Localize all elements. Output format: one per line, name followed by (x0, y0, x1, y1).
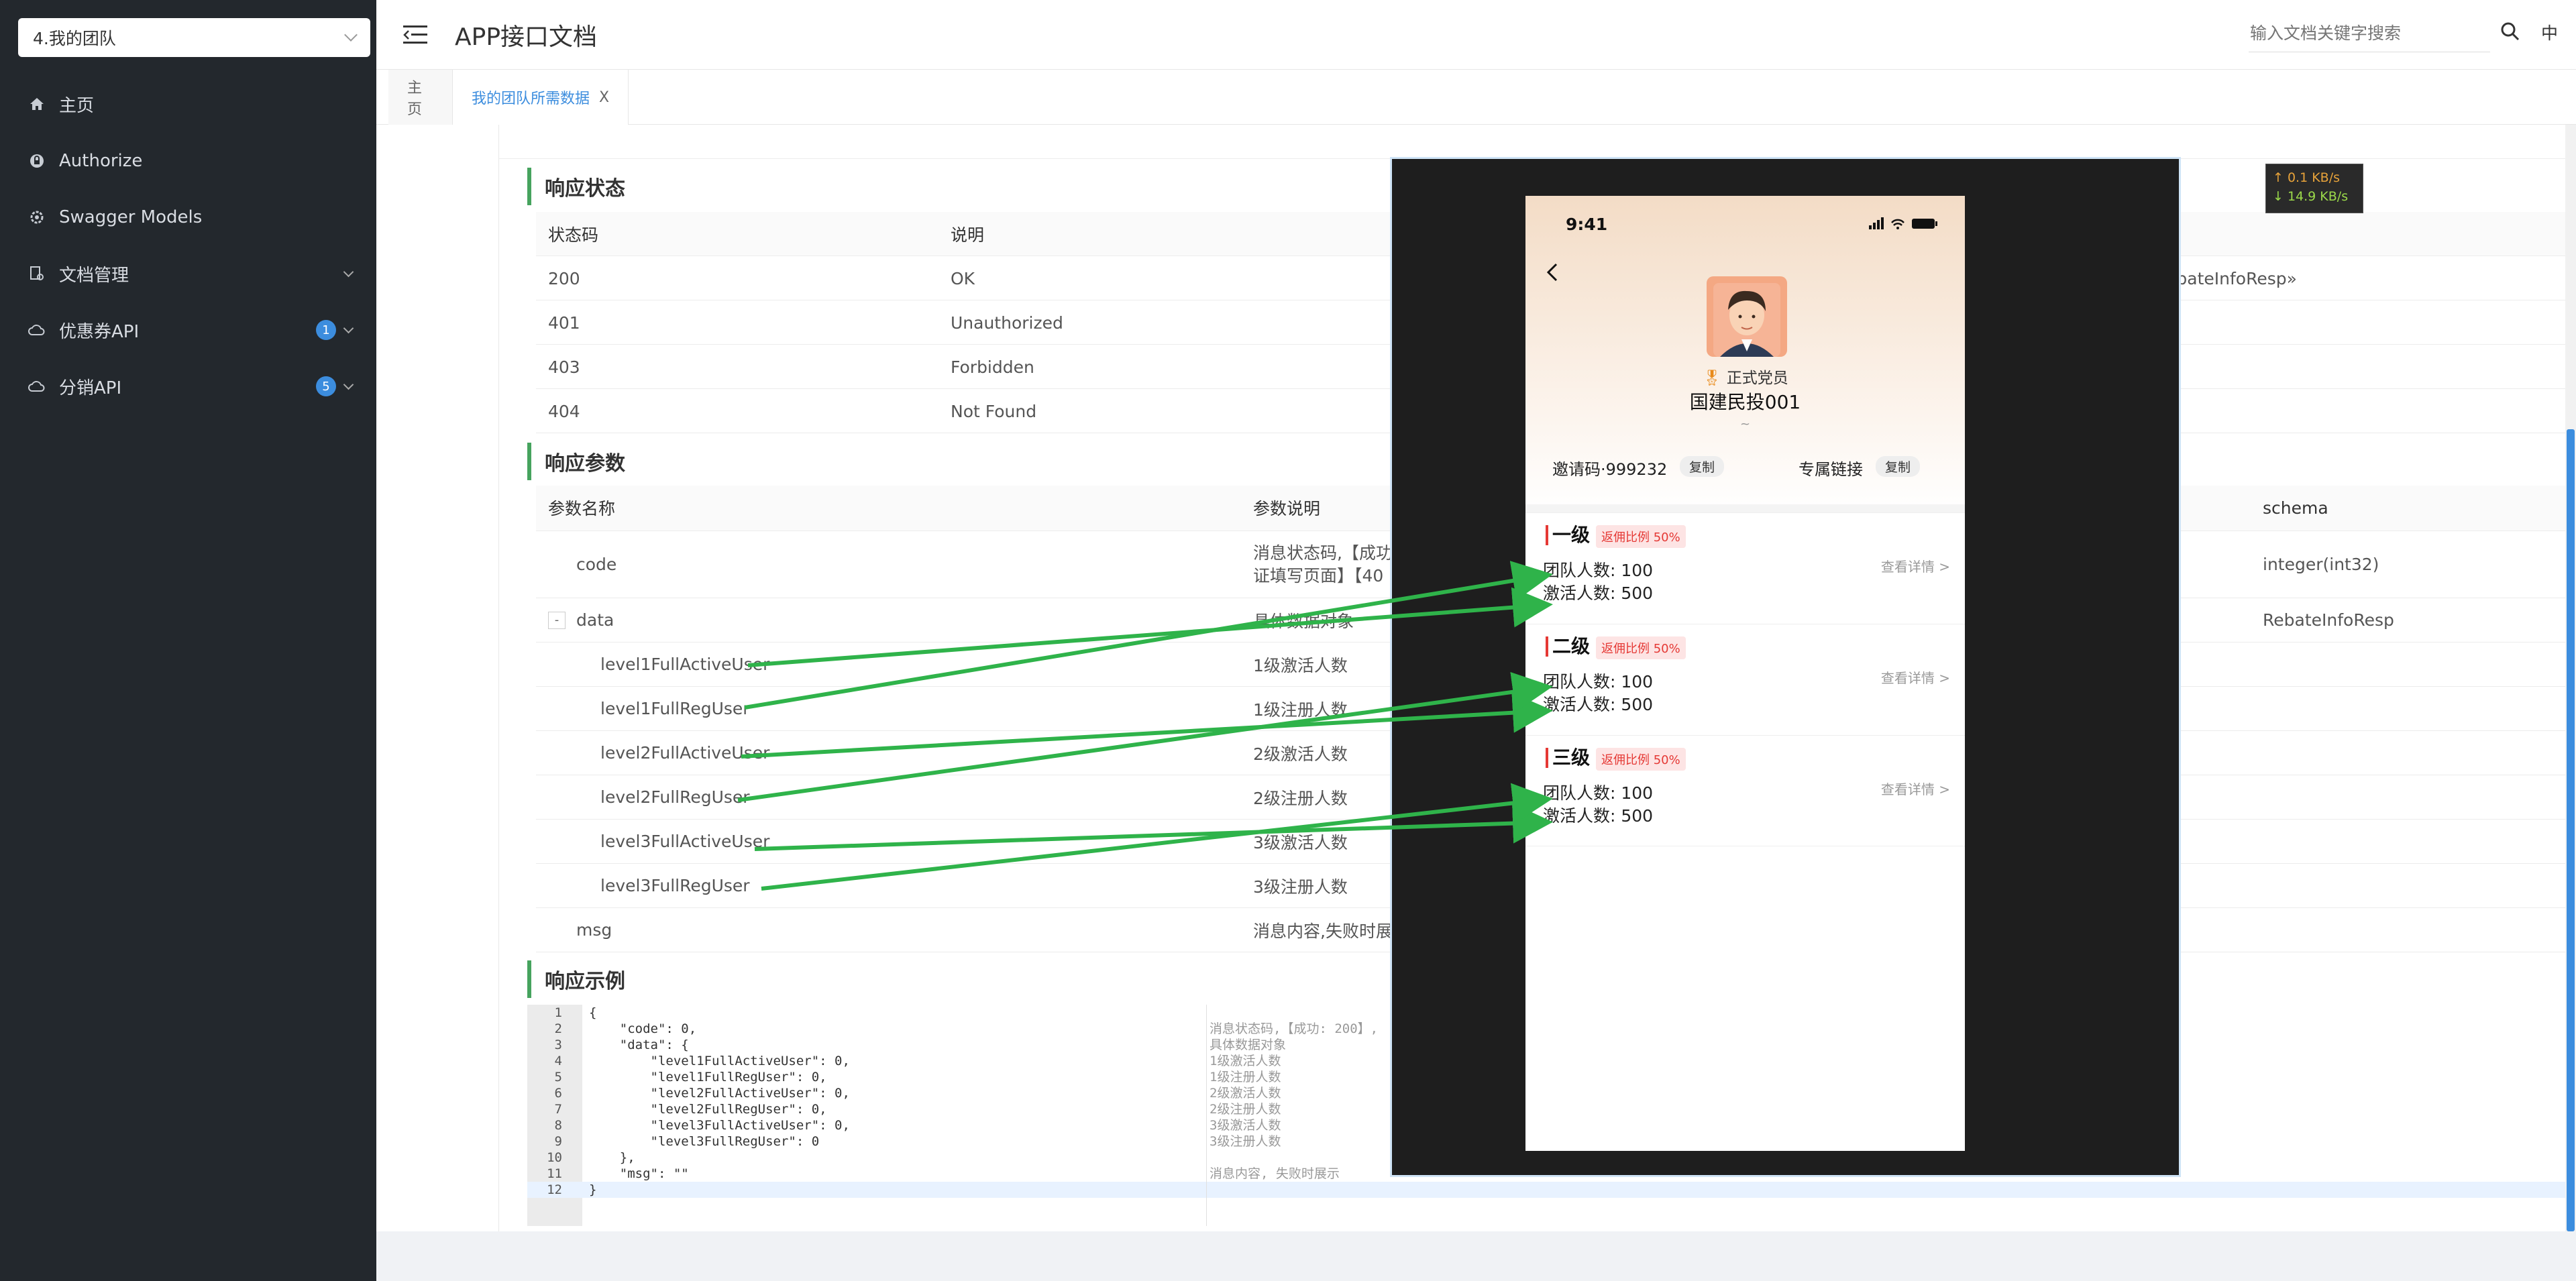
arrow (737, 671, 1553, 802)
arrow (747, 587, 1553, 667)
arrow (741, 692, 1553, 759)
annotation-arrows (737, 561, 1553, 891)
arrow (744, 561, 1553, 710)
